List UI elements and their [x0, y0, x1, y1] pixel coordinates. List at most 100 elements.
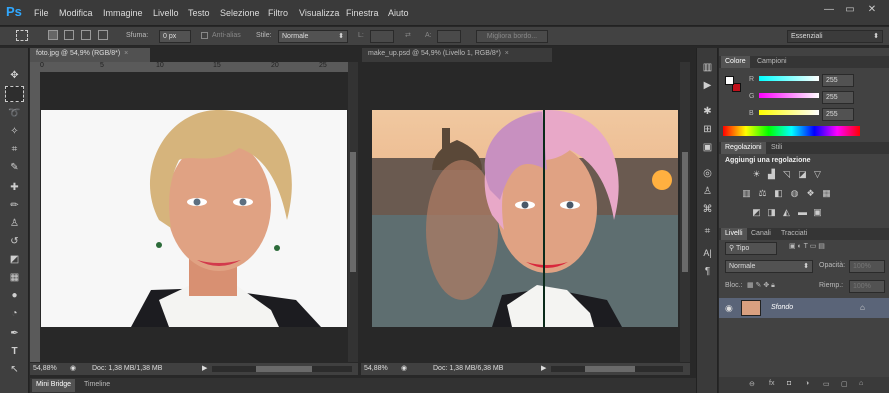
workspace-select[interactable]: Essenziali ⬍ — [787, 30, 883, 43]
menu-filtro[interactable]: Filtro — [268, 8, 288, 18]
scrollbar-thumb[interactable] — [682, 152, 688, 272]
minimize-button[interactable]: — — [820, 4, 838, 16]
character-panel-icon[interactable]: A| — [700, 248, 715, 262]
maximize-button[interactable]: ▭ — [841, 4, 859, 16]
new-selection-icon[interactable] — [48, 30, 58, 40]
zoom-value[interactable]: 54,88% — [364, 365, 388, 372]
foreground-color-swatch[interactable] — [725, 76, 734, 85]
red-slider[interactable] — [759, 76, 819, 81]
threshold-icon[interactable]: ◭ — [781, 208, 792, 217]
add-mask-icon[interactable]: ◘ — [787, 380, 791, 387]
marquee-tool-icon[interactable] — [16, 30, 28, 41]
document-tab-foto[interactable]: foto.jpg @ 54,9% (RGB/8*) × — [30, 48, 150, 62]
info-panel-icon[interactable]: ✱ — [700, 106, 715, 120]
blur-tool-icon[interactable]: ● — [5, 288, 24, 304]
add-selection-icon[interactable] — [64, 30, 74, 40]
eye-icon[interactable]: ◉ — [725, 303, 733, 314]
dodge-tool-icon[interactable]: ◔ — [5, 306, 24, 322]
marquee-tool-icon[interactable] — [5, 86, 24, 102]
red-value-input[interactable]: 255 — [822, 74, 854, 87]
doc-info-icon[interactable]: ◉ — [401, 364, 407, 372]
healing-brush-icon[interactable]: ✚ — [5, 180, 24, 196]
curves-icon[interactable]: ◹ — [781, 170, 792, 179]
properties-panel-icon[interactable]: ⊞ — [700, 124, 715, 138]
path-selection-icon[interactable]: ↖ — [5, 362, 24, 378]
tool-presets-icon[interactable]: ⌘ — [700, 204, 715, 218]
magic-wand-icon[interactable]: ✧ — [5, 124, 24, 140]
navigator-panel-icon[interactable]: ▣ — [700, 142, 715, 156]
layer-filter-select[interactable]: ⚲ Tipo — [725, 242, 777, 255]
green-value-input[interactable]: 255 — [822, 91, 854, 104]
new-layer-icon[interactable]: ▢ — [841, 380, 848, 388]
paragraph-panel-icon[interactable]: ¶ — [700, 266, 715, 280]
tab-tracciati[interactable]: Tracciati — [777, 228, 811, 240]
brush-tool-icon[interactable]: ✏ — [5, 198, 24, 214]
doc-info-icon[interactable]: ◉ — [70, 364, 76, 372]
menu-aiuto[interactable]: Aiuto — [388, 8, 409, 18]
brush-panel-icon[interactable]: ◎ — [700, 168, 715, 182]
pen-tool-icon[interactable]: ✒ — [5, 326, 24, 342]
swap-icon[interactable]: ⇄ — [405, 31, 411, 39]
sfuma-input[interactable]: 0 px — [159, 30, 191, 43]
fill-input[interactable]: 100% — [849, 280, 885, 293]
layer-row[interactable]: ◉ Sfondo ⌂ — [719, 298, 889, 318]
levels-icon[interactable]: ▟ — [766, 170, 777, 179]
eraser-icon[interactable]: ◩ — [5, 252, 24, 268]
gradient-map-icon[interactable]: ▬ — [797, 208, 808, 217]
menu-file[interactable]: File — [34, 8, 49, 18]
document-tab-make-up[interactable]: make_up.psd @ 54,9% (Livello 1, RGB/8*) × — [362, 48, 552, 62]
green-slider[interactable] — [759, 93, 819, 98]
subtract-selection-icon[interactable] — [81, 30, 91, 40]
channel-mixer-icon[interactable]: ❖ — [805, 189, 816, 198]
tab-regolazioni[interactable]: Regolazioni — [721, 142, 766, 154]
play-icon[interactable]: ▶ — [202, 364, 207, 372]
clone-stamp-icon[interactable]: ♙ — [5, 216, 24, 232]
type-tool-icon[interactable]: T — [5, 344, 24, 360]
menu-immagine[interactable]: Immagine — [103, 8, 143, 18]
close-icon[interactable]: × — [505, 50, 509, 57]
black-white-icon[interactable]: ◧ — [773, 189, 784, 198]
color-balance-icon[interactable]: ⚖ — [757, 189, 768, 198]
tab-stili[interactable]: Stili — [767, 142, 786, 154]
posterize-icon[interactable]: ◨ — [766, 208, 777, 217]
layer-filter-icons[interactable]: ▣ ◐ T ▭ ▤ — [789, 242, 825, 250]
tab-colore[interactable]: Colore — [721, 56, 750, 68]
eyedropper-icon[interactable]: ✎ — [5, 160, 24, 176]
lock-icons[interactable]: ▦ ✎ ✥ 🔒︎ — [747, 281, 775, 290]
history-brush-icon[interactable]: ↺ — [5, 234, 24, 250]
menu-selezione[interactable]: Selezione — [220, 8, 260, 18]
close-button[interactable]: ✕ — [863, 4, 881, 16]
migliora-bordo-button[interactable]: Migliora bordo... — [476, 30, 548, 43]
menu-modifica[interactable]: Modifica — [59, 8, 93, 18]
layer-style-icon[interactable]: fx — [769, 380, 774, 387]
portrait-photo[interactable] — [41, 110, 347, 327]
blue-slider[interactable] — [759, 110, 819, 115]
opacity-input[interactable]: 100% — [849, 260, 885, 273]
antialias-checkbox[interactable] — [201, 32, 208, 39]
invert-icon[interactable]: ◩ — [751, 208, 762, 217]
blend-mode-select[interactable]: Normale ⬍ — [725, 260, 813, 273]
tab-canali[interactable]: Canali — [747, 228, 775, 240]
trash-icon[interactable]: ⌂ — [859, 380, 863, 387]
tab-campioni[interactable]: Campioni — [753, 56, 791, 68]
zoom-value[interactable]: 54,88% — [33, 365, 57, 372]
tab-timeline[interactable]: Timeline — [80, 379, 114, 392]
intersect-selection-icon[interactable] — [98, 30, 108, 40]
history-panel-icon[interactable]: ▥ — [700, 62, 715, 76]
menu-visualizza[interactable]: Visualizza — [299, 8, 339, 18]
vibrance-icon[interactable]: ▽ — [812, 170, 823, 179]
vertical-scrollbar[interactable] — [680, 62, 690, 362]
vertical-scrollbar[interactable] — [348, 62, 358, 362]
brightness-icon[interactable]: ☀ — [751, 170, 762, 179]
a-input[interactable] — [437, 30, 461, 43]
exposure-icon[interactable]: ◪ — [797, 170, 808, 179]
hue-saturation-icon[interactable]: ▥ — [741, 189, 752, 198]
new-adjustment-icon[interactable]: ◑ — [805, 380, 809, 387]
photo-filter-icon[interactable]: ◍ — [789, 189, 800, 198]
makeup-composite-photo[interactable] — [372, 110, 678, 327]
l-input[interactable] — [370, 30, 394, 43]
clone-source-icon[interactable]: ♙ — [700, 186, 715, 200]
move-tool-icon[interactable]: ✥ — [5, 68, 24, 84]
layer-comps-icon[interactable]: ⌗ — [700, 226, 715, 240]
selective-color-icon[interactable]: ▣ — [812, 208, 823, 217]
